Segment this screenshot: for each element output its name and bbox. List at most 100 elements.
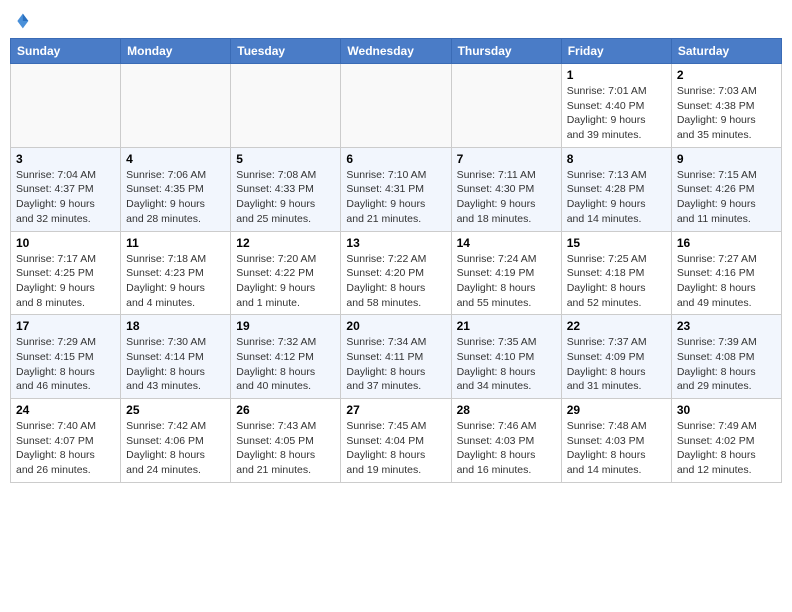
day-number: 15 — [567, 236, 666, 250]
day-info: Sunrise: 7:03 AMSunset: 4:38 PMDaylight:… — [677, 84, 776, 143]
day-info: Sunrise: 7:27 AMSunset: 4:16 PMDaylight:… — [677, 252, 776, 311]
weekday-header-monday: Monday — [121, 39, 231, 64]
day-info: Sunrise: 7:25 AMSunset: 4:18 PMDaylight:… — [567, 252, 666, 311]
calendar-week-row: 17 Sunrise: 7:29 AMSunset: 4:15 PMDayligh… — [11, 315, 782, 399]
day-info: Sunrise: 7:10 AMSunset: 4:31 PMDaylight:… — [346, 168, 445, 227]
day-info: Sunrise: 7:11 AMSunset: 4:30 PMDaylight:… — [457, 168, 556, 227]
calendar-cell: 24 Sunrise: 7:40 AMSunset: 4:07 PMDayligh… — [11, 399, 121, 483]
calendar-cell: 20 Sunrise: 7:34 AMSunset: 4:11 PMDayligh… — [341, 315, 451, 399]
day-info: Sunrise: 7:22 AMSunset: 4:20 PMDaylight:… — [346, 252, 445, 311]
weekday-header-friday: Friday — [561, 39, 671, 64]
calendar-week-row: 3 Sunrise: 7:04 AMSunset: 4:37 PMDaylight… — [11, 147, 782, 231]
day-info: Sunrise: 7:39 AMSunset: 4:08 PMDaylight:… — [677, 335, 776, 394]
day-number: 23 — [677, 319, 776, 333]
day-info: Sunrise: 7:34 AMSunset: 4:11 PMDaylight:… — [346, 335, 445, 394]
day-info: Sunrise: 7:46 AMSunset: 4:03 PMDaylight:… — [457, 419, 556, 478]
day-info: Sunrise: 7:24 AMSunset: 4:19 PMDaylight:… — [457, 252, 556, 311]
calendar-cell: 1 Sunrise: 7:01 AMSunset: 4:40 PMDaylight… — [561, 64, 671, 148]
day-info: Sunrise: 7:45 AMSunset: 4:04 PMDaylight:… — [346, 419, 445, 478]
day-info: Sunrise: 7:18 AMSunset: 4:23 PMDaylight:… — [126, 252, 225, 311]
day-number: 6 — [346, 152, 445, 166]
day-info: Sunrise: 7:20 AMSunset: 4:22 PMDaylight:… — [236, 252, 335, 311]
calendar-cell: 22Sunrise: 7:37 AMSunset: 4:09 PMDayligh… — [561, 315, 671, 399]
day-info: Sunrise: 7:35 AMSunset: 4:10 PMDaylight:… — [457, 335, 556, 394]
day-number: 21 — [457, 319, 556, 333]
day-number: 4 — [126, 152, 225, 166]
day-number: 1 — [567, 68, 666, 82]
calendar-week-row: 24 Sunrise: 7:40 AMSunset: 4:07 PMDayligh… — [11, 399, 782, 483]
day-number: 5 — [236, 152, 335, 166]
calendar-cell: 6 Sunrise: 7:10 AMSunset: 4:31 PMDaylight… — [341, 147, 451, 231]
logo-icon — [10, 10, 32, 32]
calendar-cell: 15 Sunrise: 7:25 AMSunset: 4:18 PMDayligh… — [561, 231, 671, 315]
calendar-cell: 10 Sunrise: 7:17 AMSunset: 4:25 PMDayligh… — [11, 231, 121, 315]
calendar-cell: 28 Sunrise: 7:46 AMSunset: 4:03 PMDayligh… — [451, 399, 561, 483]
day-info: Sunrise: 7:04 AMSunset: 4:37 PMDaylight:… — [16, 168, 115, 227]
day-number: 27 — [346, 403, 445, 417]
calendar-cell: 2 Sunrise: 7:03 AMSunset: 4:38 PMDaylight… — [671, 64, 781, 148]
calendar-cell: 14Sunrise: 7:24 AMSunset: 4:19 PMDayligh… — [451, 231, 561, 315]
day-info: Sunrise: 7:32 AMSunset: 4:12 PMDaylight:… — [236, 335, 335, 394]
calendar-cell: 11Sunrise: 7:18 AMSunset: 4:23 PMDayligh… — [121, 231, 231, 315]
day-number: 30 — [677, 403, 776, 417]
day-number: 3 — [16, 152, 115, 166]
weekday-header-thursday: Thursday — [451, 39, 561, 64]
calendar-cell — [11, 64, 121, 148]
calendar-cell: 5 Sunrise: 7:08 AMSunset: 4:33 PMDaylight… — [231, 147, 341, 231]
weekday-header-tuesday: Tuesday — [231, 39, 341, 64]
day-info: Sunrise: 7:48 AMSunset: 4:03 PMDaylight:… — [567, 419, 666, 478]
calendar-cell — [231, 64, 341, 148]
day-info: Sunrise: 7:29 AMSunset: 4:15 PMDaylight:… — [16, 335, 115, 394]
day-number: 13 — [346, 236, 445, 250]
day-number: 26 — [236, 403, 335, 417]
calendar-cell — [121, 64, 231, 148]
weekday-header-row: SundayMondayTuesdayWednesdayThursdayFrid… — [11, 39, 782, 64]
calendar-cell: 29Sunrise: 7:48 AMSunset: 4:03 PMDayligh… — [561, 399, 671, 483]
calendar-cell: 17 Sunrise: 7:29 AMSunset: 4:15 PMDayligh… — [11, 315, 121, 399]
calendar-cell: 18Sunrise: 7:30 AMSunset: 4:14 PMDayligh… — [121, 315, 231, 399]
calendar-cell: 8Sunrise: 7:13 AMSunset: 4:28 PMDaylight… — [561, 147, 671, 231]
day-info: Sunrise: 7:08 AMSunset: 4:33 PMDaylight:… — [236, 168, 335, 227]
calendar-cell — [341, 64, 451, 148]
calendar-cell: 23 Sunrise: 7:39 AMSunset: 4:08 PMDayligh… — [671, 315, 781, 399]
day-number: 8 — [567, 152, 666, 166]
day-info: Sunrise: 7:43 AMSunset: 4:05 PMDaylight:… — [236, 419, 335, 478]
calendar-cell: 9 Sunrise: 7:15 AMSunset: 4:26 PMDaylight… — [671, 147, 781, 231]
weekday-header-saturday: Saturday — [671, 39, 781, 64]
day-number: 17 — [16, 319, 115, 333]
day-info: Sunrise: 7:40 AMSunset: 4:07 PMDaylight:… — [16, 419, 115, 478]
calendar-cell: 12 Sunrise: 7:20 AMSunset: 4:22 PMDayligh… — [231, 231, 341, 315]
day-number: 24 — [16, 403, 115, 417]
calendar-cell: 25 Sunrise: 7:42 AMSunset: 4:06 PMDayligh… — [121, 399, 231, 483]
day-number: 28 — [457, 403, 556, 417]
day-number: 9 — [677, 152, 776, 166]
logo — [10, 10, 34, 32]
day-info: Sunrise: 7:30 AMSunset: 4:14 PMDaylight:… — [126, 335, 225, 394]
calendar-cell: 30 Sunrise: 7:49 AMSunset: 4:02 PMDayligh… — [671, 399, 781, 483]
calendar-week-row: 1 Sunrise: 7:01 AMSunset: 4:40 PMDaylight… — [11, 64, 782, 148]
weekday-header-wednesday: Wednesday — [341, 39, 451, 64]
day-info: Sunrise: 7:37 AMSunset: 4:09 PMDaylight:… — [567, 335, 666, 394]
calendar-week-row: 10 Sunrise: 7:17 AMSunset: 4:25 PMDayligh… — [11, 231, 782, 315]
calendar-table: SundayMondayTuesdayWednesdayThursdayFrid… — [10, 38, 782, 483]
day-info: Sunrise: 7:01 AMSunset: 4:40 PMDaylight:… — [567, 84, 666, 143]
calendar-cell: 27 Sunrise: 7:45 AMSunset: 4:04 PMDayligh… — [341, 399, 451, 483]
calendar-cell: 19Sunrise: 7:32 AMSunset: 4:12 PMDayligh… — [231, 315, 341, 399]
day-info: Sunrise: 7:17 AMSunset: 4:25 PMDaylight:… — [16, 252, 115, 311]
calendar-cell: 16 Sunrise: 7:27 AMSunset: 4:16 PMDayligh… — [671, 231, 781, 315]
calendar-cell: 21 Sunrise: 7:35 AMSunset: 4:10 PMDayligh… — [451, 315, 561, 399]
day-number: 20 — [346, 319, 445, 333]
day-info: Sunrise: 7:15 AMSunset: 4:26 PMDaylight:… — [677, 168, 776, 227]
day-number: 25 — [126, 403, 225, 417]
day-info: Sunrise: 7:42 AMSunset: 4:06 PMDaylight:… — [126, 419, 225, 478]
day-number: 16 — [677, 236, 776, 250]
day-number: 10 — [16, 236, 115, 250]
calendar-cell: 7Sunrise: 7:11 AMSunset: 4:30 PMDaylight… — [451, 147, 561, 231]
calendar-cell: 26 Sunrise: 7:43 AMSunset: 4:05 PMDayligh… — [231, 399, 341, 483]
weekday-header-sunday: Sunday — [11, 39, 121, 64]
day-info: Sunrise: 7:49 AMSunset: 4:02 PMDaylight:… — [677, 419, 776, 478]
calendar-cell: 4 Sunrise: 7:06 AMSunset: 4:35 PMDaylight… — [121, 147, 231, 231]
day-info: Sunrise: 7:06 AMSunset: 4:35 PMDaylight:… — [126, 168, 225, 227]
day-number: 2 — [677, 68, 776, 82]
day-number: 12 — [236, 236, 335, 250]
